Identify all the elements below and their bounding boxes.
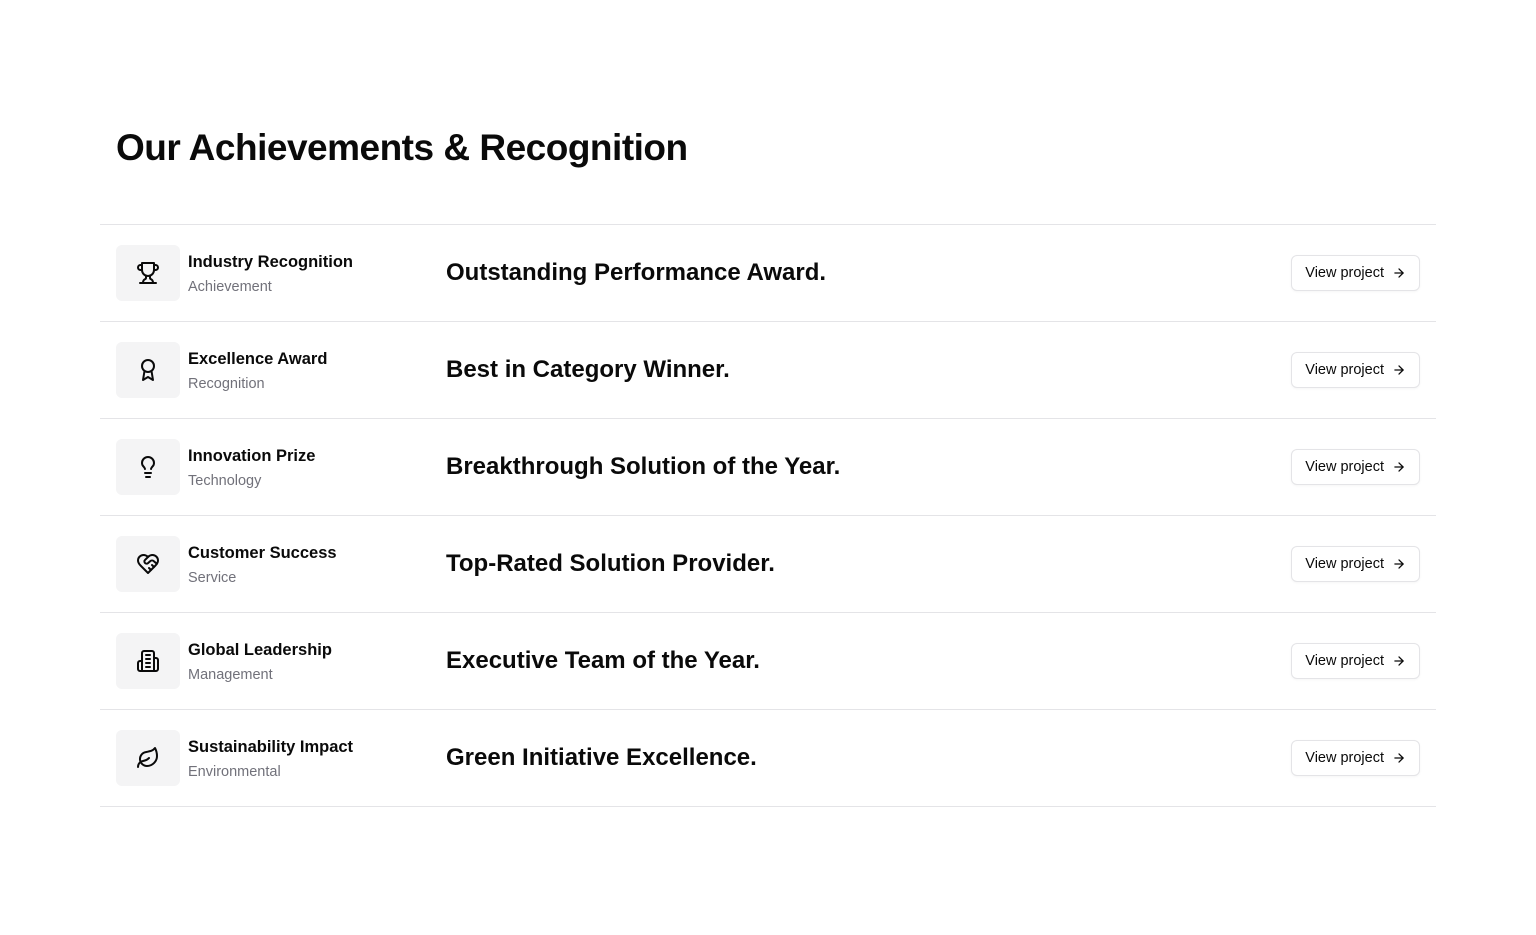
arrow-right-icon (1394, 365, 1404, 375)
view-project-label: View project (1305, 265, 1384, 281)
achievement-headline: Breakthrough Solution of the Year. (446, 453, 841, 480)
award-icon (116, 342, 180, 398)
arrow-right-icon (1394, 753, 1404, 763)
achievement-meta: Excellence Award Recognition (188, 348, 327, 394)
achievement-title: Customer Success (188, 544, 337, 562)
achievement-title: Innovation Prize (188, 447, 316, 465)
achievement-meta: Sustainability Impact Environmental (188, 736, 353, 782)
heart-handshake-icon (116, 536, 180, 592)
achievement-category: Environmental (188, 764, 281, 780)
achievement-category: Technology (188, 473, 262, 489)
view-project-label: View project (1305, 362, 1384, 378)
list-item: Sustainability Impact Environmental Gree… (100, 710, 1436, 807)
list-item: Customer Success Service Top-Rated Solut… (100, 516, 1436, 613)
arrow-right-icon (1394, 462, 1404, 472)
view-project-button[interactable]: View project (1291, 643, 1420, 679)
achievement-headline: Top-Rated Solution Provider. (446, 550, 775, 577)
achievement-meta: Global Leadership Management (188, 639, 332, 685)
view-project-button[interactable]: View project (1291, 255, 1420, 291)
arrow-right-icon (1394, 656, 1404, 666)
list-item: Innovation Prize Technology Breakthrough… (100, 419, 1436, 516)
building-icon (116, 633, 180, 689)
lightbulb-icon (116, 439, 180, 495)
view-project-label: View project (1305, 750, 1384, 766)
achievement-category: Recognition (188, 376, 265, 392)
view-project-button[interactable]: View project (1291, 352, 1420, 388)
achievement-title: Industry Recognition (188, 253, 353, 271)
list-item: Excellence Award Recognition Best in Cat… (100, 322, 1436, 419)
view-project-button[interactable]: View project (1291, 546, 1420, 582)
achievement-headline: Best in Category Winner. (446, 356, 730, 383)
achievement-meta: Customer Success Service (188, 542, 337, 588)
leaf-icon (116, 730, 180, 786)
view-project-label: View project (1305, 556, 1384, 572)
view-project-button[interactable]: View project (1291, 449, 1420, 485)
view-project-button[interactable]: View project (1291, 740, 1420, 776)
achievement-title: Global Leadership (188, 641, 332, 659)
achievement-headline: Executive Team of the Year. (446, 647, 760, 674)
list-item: Industry Recognition Achievement Outstan… (100, 225, 1436, 322)
page-title: Our Achievements & Recognition (116, 127, 688, 168)
achievement-title: Sustainability Impact (188, 738, 354, 756)
achievement-category: Achievement (188, 279, 272, 295)
achievement-category: Management (188, 667, 273, 683)
achievement-headline: Green Initiative Excellence. (446, 744, 757, 771)
achievement-meta: Innovation Prize Technology (188, 445, 315, 491)
view-project-label: View project (1305, 459, 1384, 475)
achievement-title: Excellence Award (188, 350, 328, 368)
arrow-right-icon (1394, 559, 1404, 569)
achievement-meta: Industry Recognition Achievement (188, 251, 353, 297)
arrow-right-icon (1394, 268, 1404, 278)
achievement-category: Service (188, 570, 237, 586)
trophy-icon (116, 245, 180, 301)
achievements-page: Our Achievements & Recognition Industry … (0, 0, 1536, 935)
achievement-headline: Outstanding Performance Award. (446, 259, 827, 286)
achievements-list: Industry Recognition Achievement Outstan… (100, 224, 1436, 807)
view-project-label: View project (1305, 653, 1384, 669)
list-item: Global Leadership Management Executive T… (100, 613, 1436, 710)
